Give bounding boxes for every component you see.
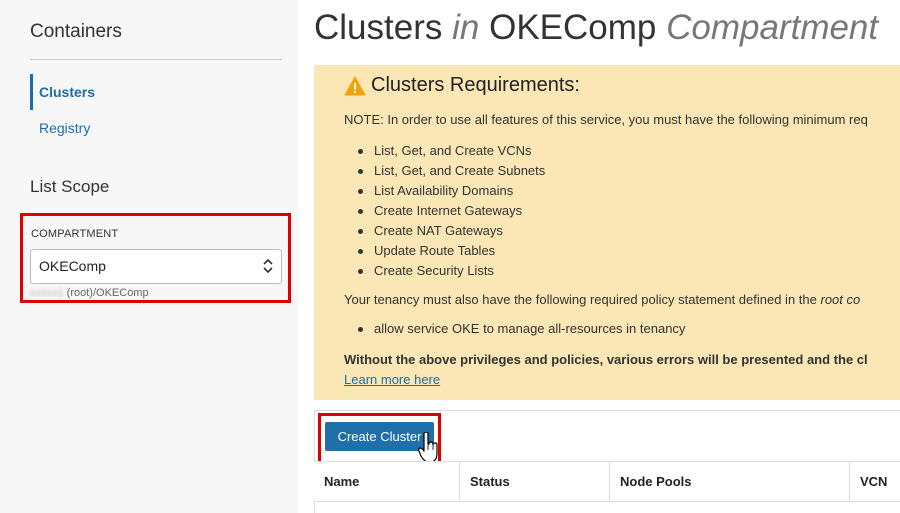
table-header: Name Status Node Pools VCN bbox=[314, 461, 900, 502]
list-item: List, Get, and Create Subnets bbox=[344, 161, 545, 181]
page-title-suffix: Compartment bbox=[666, 8, 879, 47]
column-header-vcn[interactable]: VCN bbox=[850, 462, 900, 502]
list-scope-title: List Scope bbox=[30, 177, 110, 196]
requirements-notice: Clusters Requirements: NOTE: In order to… bbox=[314, 65, 900, 400]
compartment-highlight-box bbox=[20, 213, 291, 303]
sidebar-item-clusters[interactable]: Clusters bbox=[30, 74, 282, 110]
notice-heading-text: Clusters Requirements: bbox=[371, 74, 580, 96]
list-item: Create NAT Gateways bbox=[344, 221, 545, 241]
column-header-name[interactable]: Name bbox=[314, 462, 460, 502]
sidebar-item-registry[interactable]: Registry bbox=[30, 110, 282, 146]
sidebar-title: Containers bbox=[30, 21, 122, 42]
page-title: Clusters in OKEComp Compartment bbox=[314, 8, 878, 48]
page-title-in: in bbox=[452, 8, 480, 47]
list-item: Create Internet Gateways bbox=[344, 201, 545, 221]
list-item: Create Security Lists bbox=[344, 261, 545, 281]
sidebar: Containers Clusters Registry List Scope … bbox=[0, 0, 298, 513]
learn-more-link[interactable]: Learn more here bbox=[344, 372, 440, 387]
policy-statement: allow service OKE to manage all-resource… bbox=[344, 319, 685, 339]
notice-note: NOTE: In order to use all features of th… bbox=[344, 112, 868, 127]
column-header-node-pools[interactable]: Node Pools bbox=[610, 462, 850, 502]
sidebar-divider bbox=[30, 59, 282, 60]
hand-cursor-icon bbox=[418, 432, 438, 463]
notice-warning: Without the above privileges and policie… bbox=[344, 352, 868, 367]
list-item: List, Get, and Create VCNs bbox=[344, 141, 545, 161]
warning-icon bbox=[344, 76, 366, 95]
page-title-compartment: OKEComp bbox=[489, 8, 657, 47]
list-item: List Availability Domains bbox=[344, 181, 545, 201]
list-item: Update Route Tables bbox=[344, 241, 545, 261]
column-header-status[interactable]: Status bbox=[460, 462, 610, 502]
page-title-main: Clusters bbox=[314, 8, 443, 47]
policy-intro-text: Your tenancy must also have the followin… bbox=[344, 292, 821, 307]
notice-heading: Clusters Requirements: bbox=[344, 74, 580, 97]
policy-intro: Your tenancy must also have the followin… bbox=[344, 292, 860, 307]
policy-intro-italic: root co bbox=[820, 292, 861, 307]
requirements-list: List, Get, and Create VCNs List, Get, an… bbox=[344, 141, 545, 281]
